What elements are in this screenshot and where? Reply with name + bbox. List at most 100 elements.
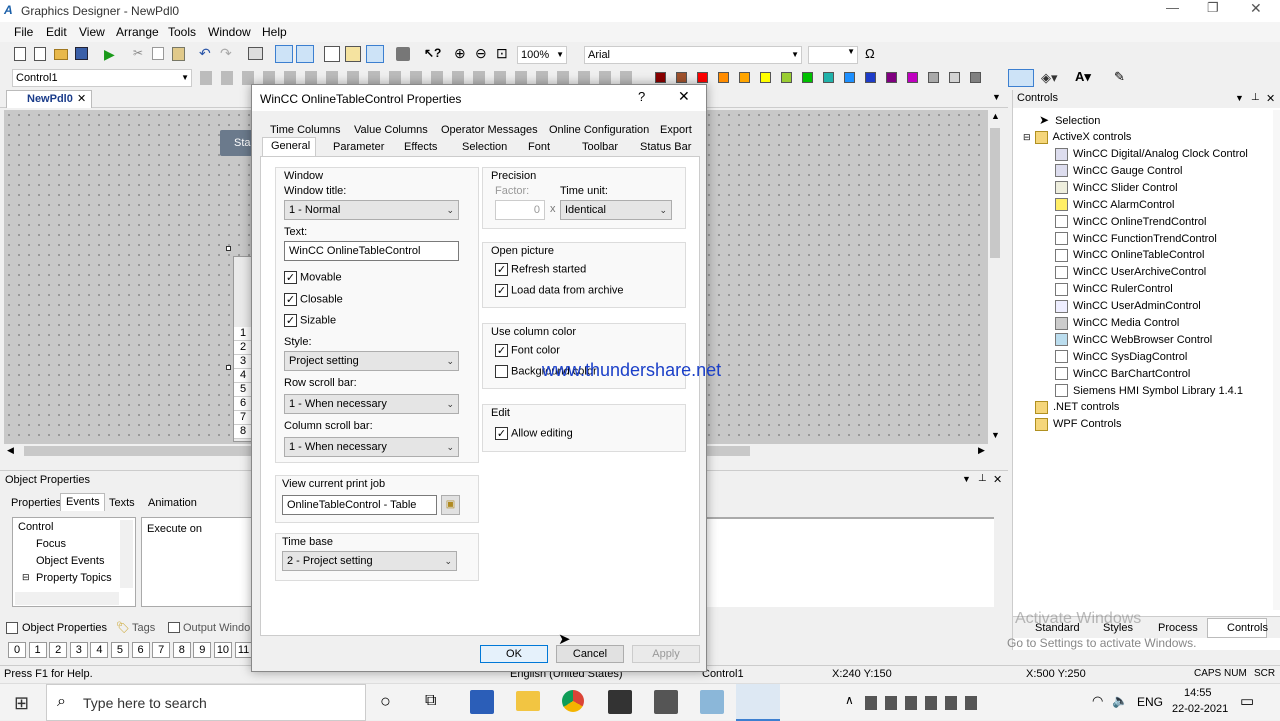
new-icon[interactable] bbox=[14, 47, 26, 61]
tab-status-bar[interactable]: Status Bar bbox=[640, 141, 691, 153]
pin-icon[interactable]: ⊥ bbox=[978, 473, 987, 484]
tab-tags[interactable]: Tags bbox=[132, 622, 155, 634]
paste-icon[interactable] bbox=[172, 47, 185, 61]
print-icon[interactable] bbox=[248, 47, 263, 60]
taskbar-time[interactable]: 14:55 bbox=[1184, 687, 1212, 699]
control-item[interactable]: WinCC UserAdminControl bbox=[1055, 298, 1201, 315]
objects-icon[interactable] bbox=[396, 47, 410, 61]
control-item[interactable]: WinCC UserArchiveControl bbox=[1055, 264, 1206, 281]
menu-file[interactable]: File bbox=[14, 25, 33, 39]
tab-online-configuration[interactable]: Online Configuration bbox=[549, 124, 649, 136]
tab-effects[interactable]: Effects bbox=[404, 141, 437, 153]
align-tools[interactable] bbox=[200, 71, 640, 85]
selection-item[interactable]: ➤ Selection bbox=[1039, 112, 1100, 129]
menu-window[interactable]: Window bbox=[208, 25, 251, 39]
factor-field[interactable]: 0 bbox=[495, 200, 545, 220]
canvas-vscrollbar[interactable]: ▲ ▼ bbox=[988, 110, 1002, 444]
row-scroll-select[interactable]: 1 - When necessary ⌄ bbox=[284, 394, 459, 414]
tree-item-property-topics[interactable]: Property Topics bbox=[36, 572, 112, 584]
col-scroll-select[interactable]: 1 - When necessary ⌄ bbox=[284, 437, 459, 457]
tab-animation[interactable]: Animation bbox=[148, 497, 197, 509]
tab-font[interactable]: Font bbox=[528, 141, 550, 153]
table-control-preview[interactable]: 12345678 bbox=[233, 256, 253, 442]
load-data-checkbox[interactable]: ✓ Load data from archive bbox=[495, 284, 624, 297]
run-icon[interactable]: ▶ bbox=[104, 46, 115, 63]
doc-tabs-dropdown-icon[interactable]: ▼ bbox=[992, 92, 1001, 102]
taskbar-search-box[interactable]: ⌕ Type here to search bbox=[46, 684, 366, 721]
close-button[interactable]: ✕ bbox=[1250, 0, 1262, 17]
copy-icon[interactable] bbox=[152, 47, 164, 60]
tab-value-columns[interactable]: Value Columns bbox=[354, 124, 428, 136]
control-item[interactable]: WinCC WebBrowser Control bbox=[1055, 332, 1212, 349]
color-swatch[interactable] bbox=[739, 71, 750, 83]
calculator-icon[interactable] bbox=[654, 690, 678, 714]
dialog-help-button[interactable]: ? bbox=[638, 89, 645, 104]
outlook-icon[interactable] bbox=[470, 690, 494, 714]
layer-button[interactable]: 3 bbox=[69, 642, 88, 658]
font-color-checkbox[interactable]: ✓ Font color bbox=[495, 344, 560, 357]
library-icon[interactable] bbox=[366, 45, 384, 63]
refresh-started-checkbox[interactable]: ✓ Refresh started bbox=[495, 263, 586, 276]
control-item[interactable]: WinCC OnlineTrendControl bbox=[1055, 214, 1206, 231]
time-unit-select[interactable]: Identical ⌄ bbox=[560, 200, 672, 220]
chrome-icon[interactable] bbox=[562, 690, 584, 712]
menu-edit[interactable]: Edit bbox=[46, 25, 67, 39]
font-select[interactable]: Arial ▼ bbox=[584, 46, 802, 64]
minimize-button[interactable]: — bbox=[1166, 0, 1179, 15]
snap-icon[interactable] bbox=[296, 45, 314, 63]
grid-icon[interactable] bbox=[275, 45, 293, 63]
control-item[interactable]: Siemens HMI Symbol Library 1.4.1 bbox=[1055, 383, 1243, 400]
cortana-icon[interactable]: ○ bbox=[380, 691, 391, 712]
network-icon[interactable]: ◠ bbox=[1092, 693, 1103, 709]
collapse-icon[interactable]: ⊟ bbox=[1023, 132, 1031, 142]
layer-button[interactable]: 0 bbox=[8, 642, 26, 658]
tab-process[interactable]: Process bbox=[1158, 622, 1198, 634]
color-swatch[interactable] bbox=[844, 71, 855, 83]
color-swatch[interactable] bbox=[697, 71, 708, 83]
control-item[interactable]: WinCC OnlineTableControl bbox=[1055, 247, 1204, 264]
color-swatch[interactable] bbox=[949, 71, 960, 83]
panel-dropdown-icon[interactable]: ▼ bbox=[962, 474, 971, 484]
notification-icon[interactable]: ▭ bbox=[1240, 692, 1254, 710]
cut-icon[interactable]: ✂ bbox=[133, 46, 143, 60]
control-item[interactable]: WinCC SysDiagControl bbox=[1055, 349, 1187, 366]
panel-close-icon[interactable]: ✕ bbox=[1266, 92, 1275, 105]
control-item[interactable]: WinCC Gauge Control bbox=[1055, 163, 1182, 180]
open-icon[interactable] bbox=[54, 49, 68, 60]
graphics-designer-icon[interactable] bbox=[736, 684, 780, 721]
sizable-checkbox[interactable]: ✓ Sizable bbox=[284, 314, 336, 327]
taskbar-date[interactable]: 22-02-2021 bbox=[1172, 703, 1228, 715]
color-swatch[interactable] bbox=[655, 71, 666, 83]
color-swatch[interactable] bbox=[886, 71, 897, 83]
save-icon[interactable] bbox=[75, 47, 88, 60]
chevron-up-icon[interactable]: ∧ bbox=[845, 693, 854, 707]
pin-icon[interactable]: ⊥ bbox=[1251, 92, 1260, 103]
undo-icon[interactable]: ↶ bbox=[199, 45, 211, 62]
control-item[interactable]: WinCC BarChartControl bbox=[1055, 366, 1190, 383]
doc-tab-newpdl0[interactable]: NewPdl0 ✕ bbox=[6, 90, 92, 108]
ok-button[interactable]: OK bbox=[480, 645, 548, 663]
text-field[interactable]: WinCC OnlineTableControl bbox=[284, 241, 459, 261]
allow-editing-checkbox[interactable]: ✓ Allow editing bbox=[495, 427, 573, 440]
window-title-select[interactable]: 1 - Normal ⌄ bbox=[284, 200, 459, 220]
control-item[interactable]: WinCC RulerControl bbox=[1055, 281, 1173, 298]
color-swatch[interactable] bbox=[718, 71, 729, 83]
fill-color-icon[interactable]: ◈▾ bbox=[1041, 70, 1058, 86]
tab-export[interactable]: Export bbox=[660, 124, 692, 136]
task-view-icon[interactable]: ⧉ bbox=[425, 692, 436, 710]
tree-hscrollbar[interactable] bbox=[15, 592, 119, 605]
wpf-controls-folder[interactable]: WPF Controls bbox=[1035, 416, 1121, 433]
control-item[interactable]: WinCC Digital/Analog Clock Control bbox=[1055, 146, 1248, 163]
help-cursor-icon[interactable]: ↖? bbox=[424, 46, 441, 60]
panel-dropdown-icon[interactable]: ▼ bbox=[1235, 93, 1244, 103]
tree-expander-icon[interactable]: ⊟ bbox=[22, 572, 30, 583]
controls-vscrollbar[interactable] bbox=[1273, 110, 1280, 610]
menu-view[interactable]: View bbox=[79, 25, 105, 39]
style-select[interactable]: Project setting ⌄ bbox=[284, 351, 459, 371]
tree-vscrollbar[interactable] bbox=[120, 520, 133, 588]
scroll-thumb[interactable] bbox=[990, 128, 1000, 258]
line-color-icon[interactable] bbox=[1008, 69, 1034, 87]
layer-button[interactable]: 1 bbox=[28, 642, 47, 658]
zoom-select[interactable]: 100% ▼ bbox=[517, 46, 567, 64]
layer-button[interactable]: 4 bbox=[90, 642, 109, 658]
